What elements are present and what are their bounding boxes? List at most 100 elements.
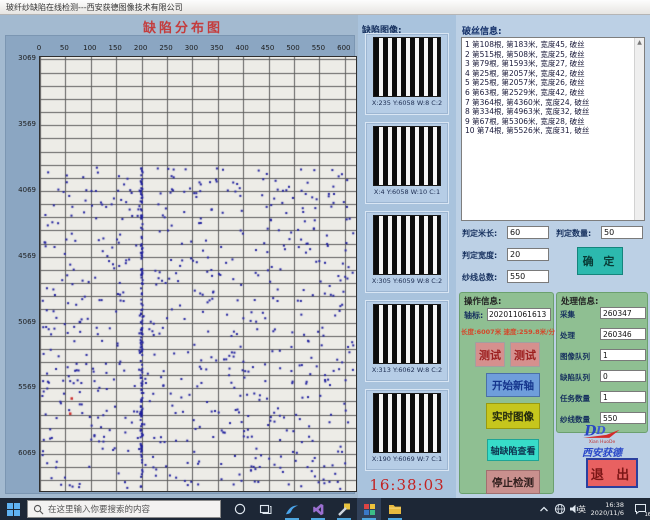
- image-queue-input[interactable]: [600, 349, 646, 361]
- search-icon: [33, 504, 44, 515]
- title-bar: 玻纤纱缺陷在线检测---西安获德图像技术有限公司: [0, 0, 650, 15]
- processing-panel: 处理信息: 采集 处理 图像队列 缺陷队列 任务数量 纱线数量: [556, 292, 648, 433]
- start-button[interactable]: [0, 498, 26, 520]
- window-title: 玻纤纱缺陷在线检测---西安获德图像技术有限公司: [0, 0, 650, 13]
- blue-app-icon: [285, 503, 299, 516]
- list-item[interactable]: 2 第515根, 第508米, 宽度25, 破丝: [465, 50, 631, 60]
- defect-image-tile[interactable]: X:4 Y:6058 W:10 C:1: [365, 122, 449, 204]
- processed-count-input[interactable]: [600, 328, 646, 340]
- x-tick-label: 550: [312, 44, 325, 52]
- task-view-button[interactable]: [253, 498, 277, 520]
- list-scrollbar[interactable]: ▲: [634, 38, 644, 220]
- start-new-axis-button[interactable]: 开始新轴: [486, 373, 540, 397]
- x-tick-label: 250: [159, 44, 172, 52]
- list-item[interactable]: 6 第63根, 第2529米, 宽度42, 破丝: [465, 88, 631, 98]
- taskbar-time: 16:38: [588, 501, 624, 509]
- list-item[interactable]: 5 第25根, 第2057米, 宽度26, 破丝: [465, 78, 631, 88]
- action-center-button[interactable]: 16: [628, 498, 650, 520]
- y-tick-label: 4069: [8, 186, 36, 194]
- defect-image-tile[interactable]: X:305 Y:6059 W:8 C:2: [365, 211, 449, 293]
- x-tick-label: 400: [236, 44, 249, 52]
- live-image-button[interactable]: 实时图像: [486, 403, 540, 429]
- list-item[interactable]: 10 第74根, 第5526米, 宽度31, 破丝: [465, 126, 631, 136]
- x-tick-label: 200: [134, 44, 147, 52]
- defect-image: [373, 37, 441, 97]
- capture-count-input[interactable]: [600, 307, 646, 319]
- task-count-label: 任务数量: [560, 393, 590, 404]
- operation-header: 操作信息:: [460, 293, 553, 307]
- scatter-canvas: [39, 56, 357, 492]
- visual-studio-icon: [312, 503, 325, 516]
- y-tick-label: 5069: [8, 318, 36, 326]
- defect-image-caption: X:4 Y:6058 W:10 C:1: [366, 188, 448, 196]
- processed-label: 处理: [560, 330, 575, 341]
- processing-header: 处理信息:: [557, 293, 647, 307]
- defect-image: [373, 215, 441, 275]
- tools-icon: [337, 503, 351, 516]
- defect-image: [373, 304, 441, 364]
- cortana-icon: [234, 503, 246, 515]
- scroll-up-icon[interactable]: ▲: [635, 38, 644, 46]
- x-tick-label: 450: [261, 44, 274, 52]
- defect-image-tile[interactable]: X:190 Y:6069 W:7 C:1: [365, 389, 449, 471]
- axis-id-input[interactable]: [487, 308, 551, 321]
- file-explorer-button[interactable]: [383, 498, 407, 520]
- processing-row: 缺陷队列: [560, 370, 646, 383]
- y-tick-label: 3569: [8, 120, 36, 128]
- defect-image: [373, 393, 441, 453]
- yarn-total-input[interactable]: [507, 270, 549, 283]
- file-explorer-icon: [388, 503, 402, 515]
- count-label: 判定数量:: [556, 228, 591, 239]
- taskbar-date: 2020/11/6: [588, 509, 624, 517]
- list-item[interactable]: 8 第334根, 第4963米, 宽度32, 破丝: [465, 107, 631, 117]
- search-placeholder: 在这里输入你要搜索的内容: [48, 503, 150, 515]
- processing-row: 采集: [560, 307, 646, 320]
- defect-image-tile[interactable]: X:313 Y:6062 W:8 C:2: [365, 300, 449, 382]
- x-tick-label: 50: [60, 44, 69, 52]
- defect-image-caption: X:305 Y:6059 W:8 C:2: [366, 277, 448, 285]
- x-tick-label: 0: [37, 44, 41, 52]
- blue-app-button[interactable]: [280, 498, 304, 520]
- x-tick-label: 300: [185, 44, 198, 52]
- y-tick-label: 4569: [8, 252, 36, 260]
- processing-row: 处理: [560, 328, 646, 341]
- list-item[interactable]: 4 第25根, 第2057米, 宽度42, 破丝: [465, 69, 631, 79]
- x-tick-label: 350: [210, 44, 223, 52]
- width-input[interactable]: [507, 248, 549, 261]
- tools-app-button[interactable]: [332, 498, 356, 520]
- x-tick-label: 600: [337, 44, 350, 52]
- broken-filament-list[interactable]: 1 第108根, 第183米, 宽度45, 破丝 2 第515根, 第508米,…: [461, 37, 645, 221]
- detection-app-button[interactable]: [357, 498, 381, 520]
- processing-row: 图像队列: [560, 349, 646, 362]
- defect-queue-input[interactable]: [600, 370, 646, 382]
- y-tick-label: 3069: [8, 54, 36, 62]
- count-input[interactable]: [601, 226, 643, 239]
- taskbar-search-input[interactable]: 在这里输入你要搜索的内容: [27, 500, 221, 518]
- y-tick-label: 6069: [8, 449, 36, 457]
- taskbar-clock[interactable]: 16:38 2020/11/6: [588, 501, 624, 517]
- plot-area: 050100150200250300350400450500550600 306…: [39, 56, 357, 492]
- task-view-icon: [259, 503, 272, 515]
- meter-length-label: 判定米长:: [462, 228, 497, 239]
- list-item[interactable]: 7 第364根, 第4360米, 宽度24, 破丝: [465, 98, 631, 108]
- x-tick-label: 500: [286, 44, 299, 52]
- exit-button[interactable]: 退 出: [586, 458, 638, 488]
- x-tick-label: 100: [83, 44, 96, 52]
- meter-length-input[interactable]: [507, 226, 549, 239]
- test-button-1[interactable]: 测试: [475, 342, 505, 367]
- confirm-button[interactable]: 确 定: [577, 247, 623, 275]
- list-item[interactable]: 1 第108根, 第183米, 宽度45, 破丝: [465, 40, 631, 50]
- test-button-2[interactable]: 测试: [510, 342, 540, 367]
- list-item[interactable]: 9 第67根, 第5306米, 宽度28, 破丝: [465, 117, 631, 127]
- language-indicator[interactable]: 英: [578, 504, 586, 515]
- broken-filament-header: 破丝信息:: [462, 24, 502, 37]
- cortana-button[interactable]: [228, 498, 252, 520]
- list-item[interactable]: 3 第79根, 第1593米, 宽度27, 破丝: [465, 59, 631, 69]
- stop-detection-button[interactable]: 停止检测: [486, 470, 540, 494]
- defect-image-tile[interactable]: X:235 Y:6058 W:8 C:2: [365, 33, 449, 115]
- main-window: 玻纤纱缺陷在线检测---西安获德图像技术有限公司 缺陷分布图 050100150…: [0, 0, 650, 520]
- visual-studio-button[interactable]: [306, 498, 330, 520]
- task-count-input[interactable]: [600, 391, 646, 403]
- axis-defect-view-button[interactable]: 轴缺陷查看: [487, 439, 539, 461]
- defect-image-caption: X:313 Y:6062 W:8 C:2: [366, 366, 448, 374]
